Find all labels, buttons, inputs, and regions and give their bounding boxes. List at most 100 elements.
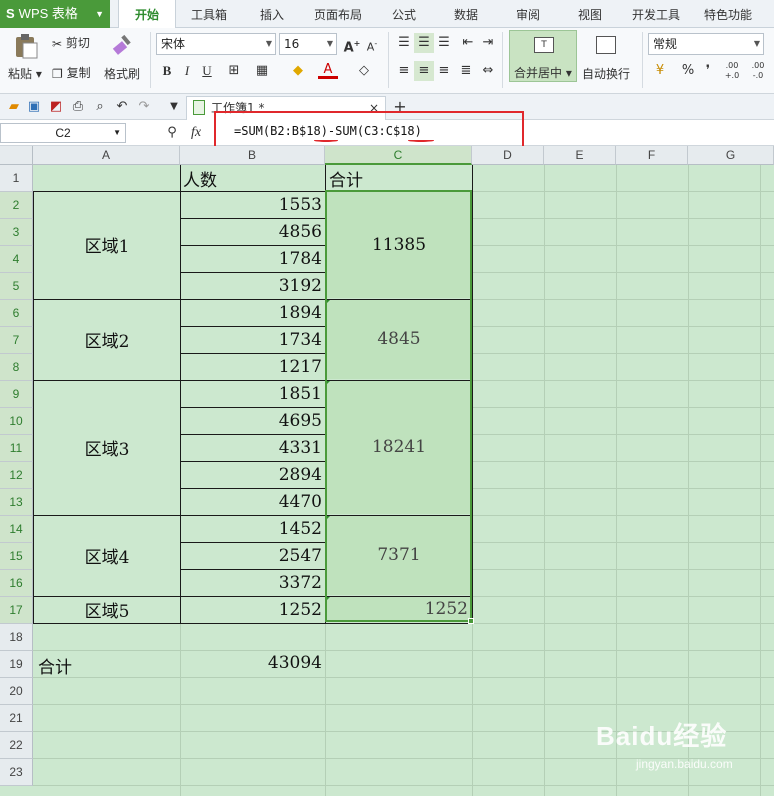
select-all-corner[interactable] (0, 146, 33, 165)
tab-page-layout[interactable]: 页面布局 (302, 0, 374, 28)
border-icon[interactable]: ⊞ (224, 61, 244, 81)
comma-button[interactable]: ❜ (698, 61, 718, 81)
clear-format-icon[interactable]: ◇ (354, 61, 374, 81)
cell-b3[interactable]: 4856 (180, 222, 322, 242)
cell-total-2[interactable]: 4845 (326, 299, 472, 379)
cell-region-4[interactable]: 区域4 (34, 515, 180, 595)
print-preview-icon[interactable]: ⌕ (90, 97, 110, 117)
brush-icon[interactable] (110, 32, 136, 61)
fill-handle[interactable] (468, 618, 474, 624)
cell-b5[interactable]: 3192 (180, 276, 322, 296)
row-header-4[interactable]: 4 (0, 246, 33, 273)
export-pdf-icon[interactable]: ◩ (46, 97, 66, 117)
row-header-10[interactable]: 10 (0, 408, 33, 435)
row-header-2[interactable]: 2 (0, 192, 33, 219)
align-center-icon[interactable]: ≡ (414, 61, 434, 81)
row-header-12[interactable]: 12 (0, 462, 33, 489)
column-header-g[interactable]: G (688, 146, 774, 165)
row-header-3[interactable]: 3 (0, 219, 33, 246)
format-painter-button[interactable]: 格式刷 (104, 65, 140, 82)
row-header-20[interactable]: 20 (0, 678, 33, 705)
underline-icon[interactable]: U (197, 61, 217, 81)
fill-color-icon[interactable]: ◆ (288, 61, 308, 81)
align-top-icon[interactable]: ☰ (394, 33, 414, 53)
redo-icon[interactable]: ↷ (134, 97, 154, 117)
paste-button[interactable]: 粘贴 ▾ (8, 65, 42, 82)
row-header-8[interactable]: 8 (0, 354, 33, 381)
cell-region-5[interactable]: 区域5 (34, 596, 180, 622)
tab-toolbox[interactable]: 工具箱 (180, 0, 238, 28)
cell-total-3[interactable]: 18241 (326, 380, 472, 514)
tab-review[interactable]: 审阅 (504, 0, 552, 28)
distributed-icon[interactable]: ⇔ (478, 61, 498, 81)
cell-b2[interactable]: 1553 (180, 195, 322, 215)
cell-a19[interactable]: 合计 (38, 653, 72, 678)
cell-total-4[interactable]: 7371 (326, 515, 472, 595)
font-size-select[interactable]: 16 ▼ (279, 33, 337, 55)
font-color-icon[interactable]: A (318, 60, 338, 79)
bold-icon[interactable]: B (157, 61, 177, 81)
align-right-icon[interactable]: ≡ (434, 61, 454, 81)
cell-region-2[interactable]: 区域2 (34, 299, 180, 379)
row-header-17[interactable]: 17 (0, 597, 33, 624)
wrap-text-button[interactable]: 自动换行 (582, 30, 634, 82)
cell-total-5[interactable]: 1252 (326, 596, 472, 622)
column-header-e[interactable]: E (544, 146, 616, 165)
paste-icon[interactable] (12, 32, 40, 63)
cell-b8[interactable]: 1217 (180, 357, 322, 377)
cell-b12[interactable]: 2894 (180, 465, 322, 485)
row-header-6[interactable]: 6 (0, 300, 33, 327)
cell-b19[interactable]: 43094 (180, 653, 322, 673)
folder-icon[interactable]: ▰ (4, 97, 24, 117)
cell-b9[interactable]: 1851 (180, 384, 322, 404)
align-middle-icon[interactable]: ☰ (414, 33, 434, 53)
undo-icon[interactable]: ↶ (112, 97, 132, 117)
row-header-23[interactable]: 23 (0, 759, 33, 786)
justify-icon[interactable]: ≣ (456, 61, 476, 81)
tab-home[interactable]: 开始 (118, 0, 176, 29)
column-header-b[interactable]: B (180, 146, 325, 165)
cell-b11[interactable]: 4331 (180, 438, 322, 458)
function-button[interactable]: fx (186, 123, 206, 143)
cell-b4[interactable]: 1784 (180, 249, 322, 269)
cell-b1[interactable]: 人数 (183, 166, 217, 191)
font-name-select[interactable]: 宋体 ▼ (156, 33, 276, 55)
row-header-1[interactable]: 1 (0, 165, 33, 192)
column-header-d[interactable]: D (472, 146, 544, 165)
merge-center-button[interactable]: T 合并居中 ▾ (509, 30, 577, 82)
increase-font-icon[interactable]: A+ (342, 34, 362, 55)
align-left-icon[interactable]: ≡ (394, 61, 414, 81)
row-header-21[interactable]: 21 (0, 705, 33, 732)
cell-b13[interactable]: 4470 (180, 492, 322, 512)
tab-view[interactable]: 视图 (566, 0, 614, 28)
decrease-decimal-button[interactable]: .00 -.0 (748, 61, 768, 81)
currency-icon[interactable]: ¥ (650, 61, 670, 81)
cell-b15[interactable]: 2547 (180, 546, 322, 566)
row-header-22[interactable]: 22 (0, 732, 33, 759)
cell-b14[interactable]: 1452 (180, 519, 322, 539)
cell-b7[interactable]: 1734 (180, 330, 322, 350)
cell-b10[interactable]: 4695 (180, 411, 322, 431)
zoom-icon[interactable]: ⚲ (162, 123, 182, 143)
cell-c1[interactable]: 合计 (329, 166, 363, 191)
outdent-icon[interactable]: ⇤ (458, 33, 478, 53)
italic-icon[interactable]: I (177, 61, 197, 81)
copy-button[interactable]: ❐ 复制 (52, 64, 91, 81)
customize-icon[interactable]: ▼ (164, 97, 184, 117)
row-header-9[interactable]: 9 (0, 381, 33, 408)
decrease-font-icon[interactable]: A- (362, 34, 382, 54)
tab-insert[interactable]: 插入 (246, 0, 298, 28)
name-box[interactable]: C2 ▼ (0, 123, 126, 143)
align-bottom-icon[interactable]: ☰ (434, 33, 454, 53)
cell-region-3[interactable]: 区域3 (34, 380, 180, 514)
cell-total-1[interactable]: 11385 (326, 191, 472, 298)
row-header-19[interactable]: 19 (0, 651, 33, 678)
column-header-a[interactable]: A (33, 146, 180, 165)
column-header-f[interactable]: F (616, 146, 688, 165)
row-header-11[interactable]: 11 (0, 435, 33, 462)
column-header-c[interactable]: C (325, 146, 472, 165)
tab-formulas[interactable]: 公式 (380, 0, 428, 28)
print-icon[interactable]: ⎙ (68, 97, 88, 117)
percent-button[interactable]: % (678, 61, 698, 81)
cell-region-1[interactable]: 区域1 (34, 191, 180, 298)
